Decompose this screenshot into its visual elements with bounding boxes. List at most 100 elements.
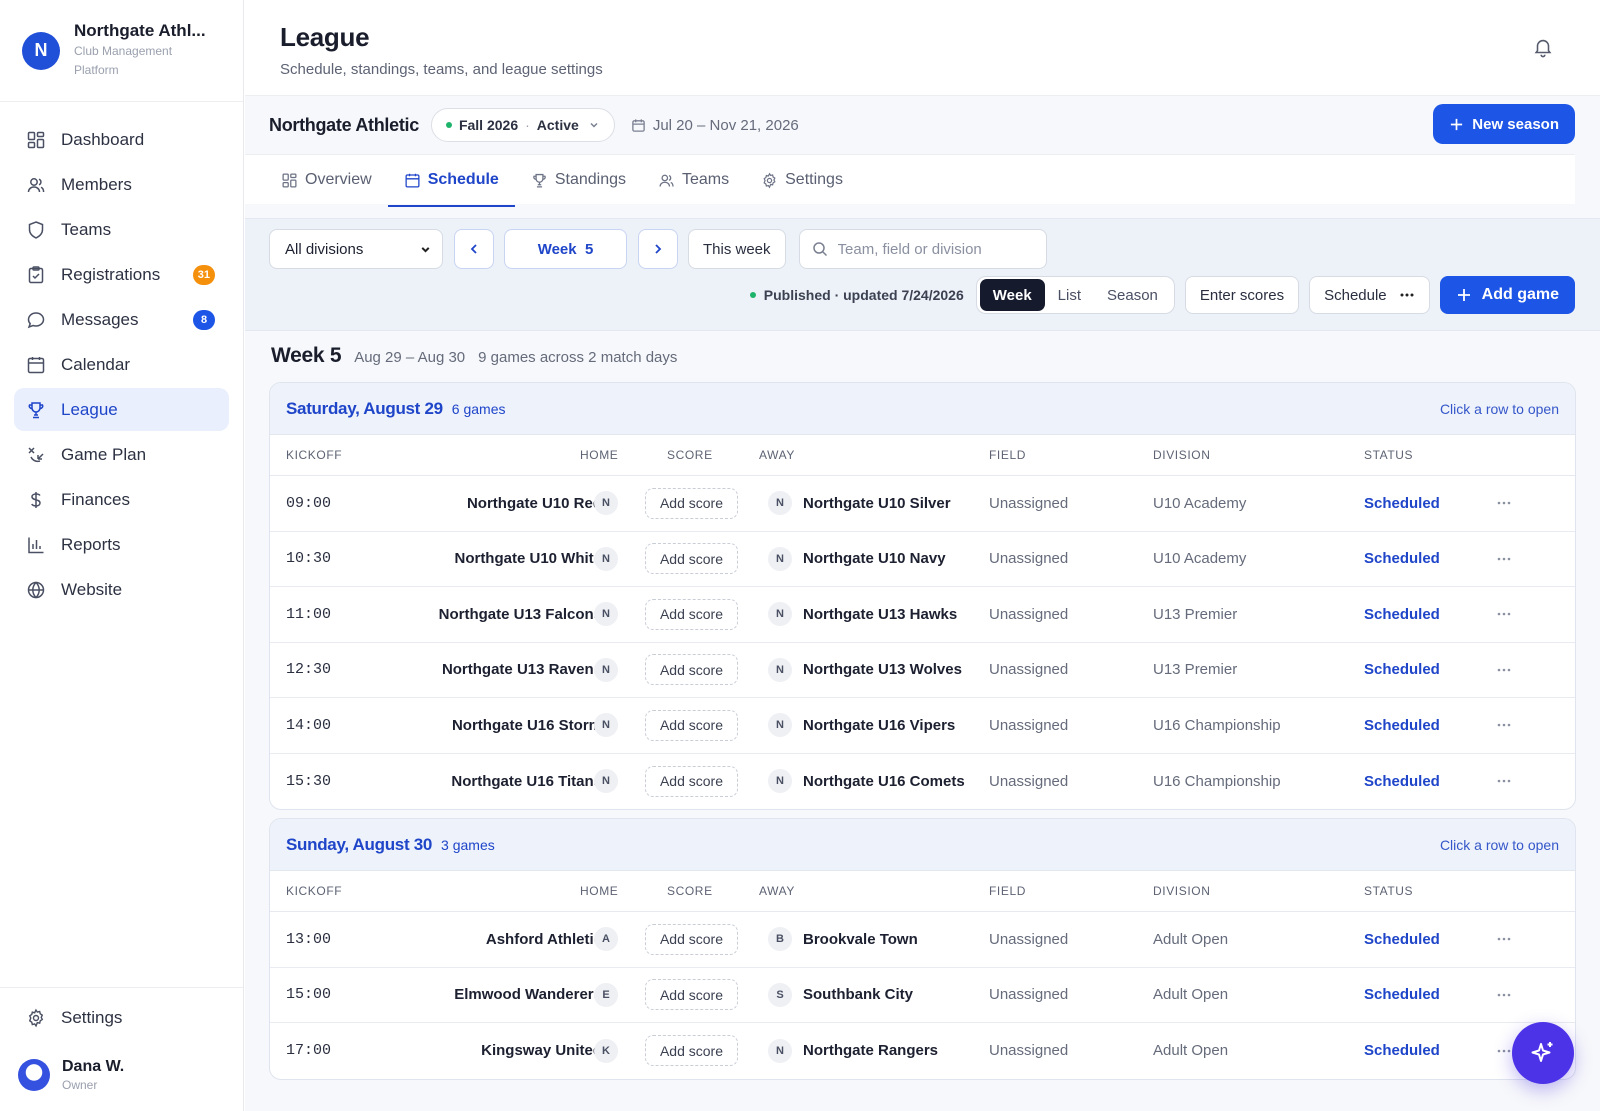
view-mode-week[interactable]: Week: [979, 279, 1045, 311]
ai-assistant-button[interactable]: [1512, 1022, 1574, 1084]
game-row[interactable]: 11:00 Northgate U13 Falcons N Add score N Nor…: [270, 587, 1575, 643]
status-label: Scheduled: [1364, 550, 1440, 568]
sidebar-item-website[interactable]: Website: [14, 568, 229, 611]
row-more-button[interactable]: [1496, 968, 1516, 1023]
game-row[interactable]: 10:30 Northgate U10 White N Add score N North…: [270, 532, 1575, 587]
add-score-button[interactable]: Add score: [645, 765, 738, 797]
sidebar-item-registrations[interactable]: Registrations 31: [14, 253, 229, 296]
bell-icon[interactable]: [1532, 36, 1554, 58]
status-label: Scheduled: [1364, 494, 1440, 512]
sparkle-icon: [1528, 1038, 1558, 1068]
division-select[interactable]: All divisions: [269, 229, 443, 269]
row-more-button[interactable]: [1496, 754, 1516, 810]
team-initial: N: [768, 602, 792, 627]
week-label: Week: [537, 240, 577, 258]
match-day-title: Saturday, August 29: [286, 398, 443, 418]
add-score-button[interactable]: Add score: [645, 487, 738, 519]
active-dot: [445, 122, 452, 128]
add-score-button[interactable]: Add score: [645, 598, 738, 630]
home-team-badge: K: [594, 1023, 618, 1079]
away-team-badge: N: [768, 643, 792, 698]
score-cell: Add score: [645, 968, 738, 1023]
this-week-button[interactable]: This week: [688, 229, 786, 269]
avatar: [18, 1059, 50, 1091]
away-team: Brookvale Town: [803, 930, 918, 948]
score-cell: Add score: [645, 643, 738, 698]
kickoff-time: 17:00: [286, 1042, 332, 1060]
row-more-button[interactable]: [1496, 912, 1516, 967]
search-box[interactable]: [798, 229, 1047, 269]
kickoff-time: 14:00: [286, 716, 332, 734]
add-score-button[interactable]: Add score: [645, 654, 738, 686]
away-team-badge: N: [768, 1023, 792, 1079]
column-header-home: HOME: [580, 884, 619, 898]
add-score-button[interactable]: Add score: [645, 923, 738, 955]
view-mode-list[interactable]: List: [1045, 279, 1094, 311]
enter-scores-button[interactable]: Enter scores: [1184, 276, 1300, 314]
new-season-button[interactable]: New season: [1433, 104, 1575, 144]
sidebar-item-settings[interactable]: Settings: [14, 996, 229, 1039]
game-row[interactable]: 13:00 Ashford Athletic A Add score B Brookval…: [270, 912, 1575, 968]
add-score-button[interactable]: Add score: [645, 979, 738, 1011]
tab-settings[interactable]: Settings: [745, 155, 859, 205]
tab-overview[interactable]: Overview: [265, 155, 388, 205]
sidebar-item-league[interactable]: League: [14, 388, 229, 431]
add-score-button[interactable]: Add score: [645, 709, 738, 741]
sidebar-item-label: League: [61, 399, 118, 419]
column-header-field: FIELD: [989, 884, 1027, 898]
sidebar-item-teams[interactable]: Teams: [14, 208, 229, 251]
home-team: Elmwood Wanderers: [454, 986, 602, 1004]
division-name: U16 Championship: [1153, 772, 1281, 790]
previous-week-button[interactable]: [454, 229, 494, 269]
user-profile[interactable]: Dana W. Owner: [18, 1058, 124, 1092]
away-team-badge: S: [768, 968, 792, 1023]
row-more-button[interactable]: [1496, 532, 1516, 587]
plus-icon: [1449, 117, 1464, 132]
add-game-label: Add game: [1481, 286, 1559, 303]
search-input[interactable]: [837, 240, 1028, 258]
game-row[interactable]: 17:00 Kingsway United K Add score N Northgate…: [270, 1023, 1575, 1079]
next-week-button[interactable]: [638, 229, 678, 269]
game-row[interactable]: 09:00 Northgate U10 Red N Add score N Northga…: [270, 476, 1575, 532]
sidebar-item-game-plan[interactable]: Game Plan: [14, 433, 229, 476]
schedule-menu-button[interactable]: Schedule: [1309, 276, 1430, 314]
sidebar-item-members[interactable]: Members: [14, 163, 229, 206]
field-name: Unassigned: [989, 772, 1069, 790]
add-score-button[interactable]: Add score: [645, 1035, 738, 1067]
plus-icon: [1456, 287, 1472, 303]
game-row[interactable]: 14:00 Northgate U16 Storm N Add score N North…: [270, 698, 1575, 754]
tactics-icon: [26, 445, 46, 465]
division-name: U13 Premier: [1153, 661, 1238, 679]
score-cell: Add score: [645, 754, 738, 810]
game-row[interactable]: 15:00 Elmwood Wanderers E Add score S Southba…: [270, 968, 1575, 1023]
game-row[interactable]: 12:30 Northgate U13 Ravens N Add score N Nort…: [270, 643, 1575, 698]
sidebar-item-messages[interactable]: Messages 8: [14, 298, 229, 341]
add-score-button[interactable]: Add score: [645, 543, 738, 575]
sidebar-item-reports[interactable]: Reports: [14, 523, 229, 566]
row-more-button[interactable]: [1496, 587, 1516, 642]
home-team-badge: E: [594, 968, 618, 1023]
tab-teams[interactable]: Teams: [642, 155, 745, 205]
add-game-button[interactable]: Add game: [1439, 276, 1575, 314]
row-more-button[interactable]: [1496, 698, 1516, 753]
row-more-button[interactable]: [1496, 476, 1516, 531]
sidebar-item-calendar[interactable]: Calendar: [14, 343, 229, 386]
column-header-status: STATUS: [1364, 448, 1414, 462]
row-more-button[interactable]: [1496, 643, 1516, 698]
away-team-badge: B: [768, 912, 792, 967]
current-week[interactable]: Week 5: [504, 229, 627, 269]
tab-standings[interactable]: Standings: [515, 155, 642, 205]
sidebar-item-label: Members: [61, 174, 132, 194]
view-mode-season[interactable]: Season: [1094, 279, 1171, 311]
sidebar-item-finances[interactable]: Finances: [14, 478, 229, 521]
field-name: Unassigned: [989, 605, 1069, 623]
away-team: Northgate U16 Vipers: [803, 716, 956, 734]
season-selector[interactable]: Fall 2026 · Active: [430, 108, 615, 142]
score-cell: Add score: [645, 1023, 738, 1079]
game-row[interactable]: 15:30 Northgate U16 Titans N Add score N Nort…: [270, 754, 1575, 810]
brand[interactable]: N Northgate Athl... Club Management Plat…: [0, 0, 243, 102]
tab-schedule[interactable]: Schedule: [387, 155, 515, 207]
status-label: Scheduled: [1364, 661, 1440, 679]
team-initial: B: [768, 927, 792, 952]
sidebar-item-dashboard[interactable]: Dashboard: [14, 118, 229, 161]
